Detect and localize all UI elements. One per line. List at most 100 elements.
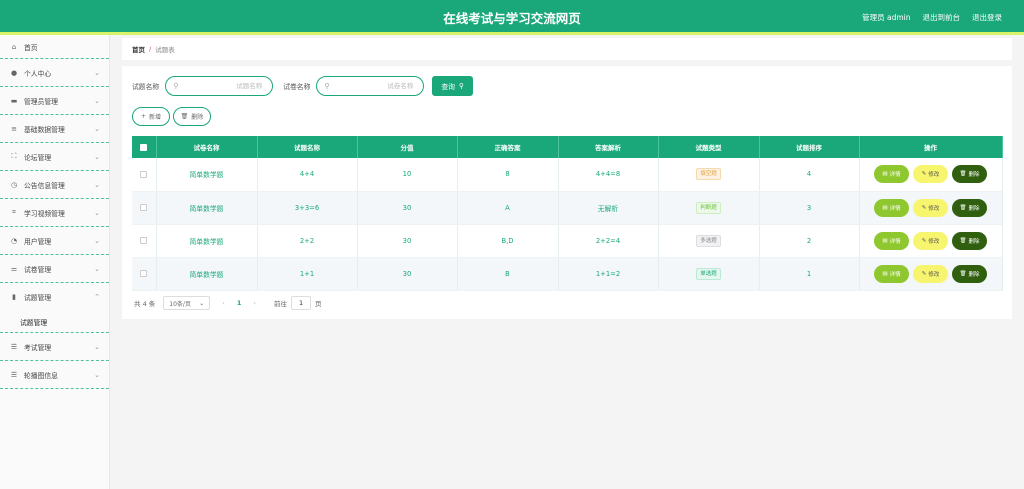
analysis-cell: 2+2=4 [558, 224, 659, 258]
next-page-button[interactable]: › [253, 299, 256, 307]
column-header: 试卷名称 [156, 136, 258, 158]
edit-button[interactable]: ✎ 修改 [913, 165, 948, 184]
plus-icon: + [140, 113, 146, 120]
bar-chart-icon: ▮ [12, 293, 16, 301]
exit-to-front-link[interactable]: 退出到前台 [923, 12, 961, 23]
order-cell: 3 [759, 191, 860, 225]
detail-button[interactable]: ▤ 详情 [874, 231, 909, 250]
detail-label: 详情 [889, 271, 901, 278]
trash-icon: 🗑 [959, 204, 967, 211]
edit-button[interactable]: ✎ 修改 [913, 198, 948, 217]
database-icon: ≡ [11, 124, 17, 133]
detail-label: 详情 [889, 238, 901, 245]
sidebar-item-personal-center[interactable]: ● 个人中心 ⌄ [0, 59, 109, 87]
table-row: 简单数学题 2+2 30 B,D 2+2=4 多选题 2 ▤ 详情 ✎ 修改 🗑 删除 [132, 224, 1003, 258]
column-header: 操作 [859, 136, 1003, 158]
sidebar-item-questions[interactable]: ▮ 试题管理 ⌃ [0, 283, 109, 311]
operations-cell: ▤ 详情 ✎ 修改 🗑 删除 [859, 257, 1003, 291]
delete-button-label: 删除 [191, 114, 204, 121]
sidebar-item-label: 轮播图信息 [24, 371, 58, 380]
row-checkbox[interactable] [140, 237, 148, 244]
page-size-select[interactable]: 10条/页 ⌄ [163, 296, 211, 310]
sidebar-item-admin-management[interactable]: ▬ 管理员管理 ⌄ [0, 87, 109, 115]
order-cell: 2 [759, 224, 860, 258]
row-checkbox[interactable] [140, 170, 148, 178]
pagination: 共 4 条 10条/页 ⌄ ‹ 1 › 前往 页 [134, 296, 322, 310]
question-name-cell: 2+2 [257, 224, 358, 258]
chevron-down-icon: ⌄ [94, 180, 100, 189]
chevron-down-icon: ⌄ [94, 152, 100, 161]
chevron-up-icon: ⌃ [94, 293, 100, 301]
order-cell: 1 [759, 257, 860, 291]
paper-name-input[interactable] [329, 82, 414, 90]
monitor-icon: ▬ [10, 96, 18, 105]
logout-link[interactable]: 退出登录 [972, 12, 1002, 23]
column-header: 试题排序 [759, 136, 860, 158]
row-checkbox[interactable] [140, 270, 148, 277]
row-checkbox[interactable] [140, 204, 148, 211]
chevron-down-icon: ⌄ [94, 342, 100, 351]
batch-delete-button[interactable]: 🗑 删除 [173, 107, 211, 126]
frame-icon: ⛶ [11, 152, 17, 160]
pencil-icon: ✎ [921, 237, 927, 244]
delete-button[interactable]: 🗑 删除 [952, 198, 987, 217]
delete-label: 删除 [968, 172, 980, 179]
table-header-row: 试卷名称 试题名称 分值 正确答案 答案解析 试题类型 试题排序 操作 [132, 136, 1003, 158]
paper-name-field: ⚲ [316, 76, 425, 96]
delete-button[interactable]: 🗑 删除 [952, 165, 987, 184]
chevron-down-icon: ⌄ [94, 208, 100, 217]
prev-page-button[interactable]: ‹ [222, 299, 225, 307]
edit-label: 修改 [928, 271, 940, 278]
goto-page-input[interactable] [291, 296, 312, 310]
sidebar-item-label: 试题管理 [24, 294, 52, 302]
query-button[interactable]: 查询 ⚲ [432, 76, 473, 96]
question-type-tag: 多选题 [696, 234, 721, 247]
question-type-tag: 判断题 [696, 201, 721, 214]
add-button[interactable]: + 新增 [132, 107, 170, 126]
select-all-checkbox[interactable] [132, 136, 157, 158]
chevron-down-icon: ⌄ [94, 264, 100, 273]
sidebar-subitem-question-management[interactable]: 试题管理 [0, 311, 109, 333]
sidebar-item-exams[interactable]: ☰ 考试管理 ⌄ [0, 333, 109, 361]
current-page-number[interactable]: 1 [237, 299, 242, 307]
sidebar-item-home[interactable]: ⌂ 首页 [0, 35, 109, 59]
detail-button[interactable]: ▤ 详情 [874, 198, 909, 217]
sidebar-item-forum[interactable]: ⛶ 论坛管理 ⌄ [0, 143, 109, 171]
list-icon: ☰ [10, 342, 18, 351]
type-cell: 多选题 [658, 224, 760, 258]
sidebar-item-users[interactable]: ◔ 用户管理 ⌄ [0, 227, 109, 255]
admin-user-label: 管理员 admin [862, 13, 911, 22]
type-cell: 单选题 [658, 257, 760, 291]
sidebar-item-papers[interactable]: ⚌ 试卷管理 ⌄ [0, 255, 109, 283]
breadcrumb-separator: / [149, 45, 152, 53]
edit-button[interactable]: ✎ 修改 [913, 264, 948, 283]
sidebar-item-announcements[interactable]: ◷ 公告信息管理 ⌄ [0, 171, 109, 199]
query-button-label: 查询 [441, 83, 455, 91]
home-icon: ⌂ [11, 42, 17, 51]
edit-button[interactable]: ✎ 修改 [913, 231, 948, 250]
detail-button[interactable]: ▤ 详情 [874, 264, 909, 283]
top-header: 在线考试与学习交流网页 管理员 admin 退出到前台 退出登录 [0, 0, 1024, 32]
question-type-tag: 单选题 [696, 267, 721, 280]
breadcrumb-home[interactable]: 首页 [132, 44, 145, 54]
question-name-input[interactable] [178, 82, 263, 90]
detail-label: 详情 [889, 172, 901, 179]
sidebar-item-videos[interactable]: ⌗ 学习视频管理 ⌄ [0, 199, 109, 227]
delete-button[interactable]: 🗑 删除 [952, 264, 987, 283]
edit-label: 修改 [928, 172, 940, 179]
sidebar-item-base-data[interactable]: ≡ 基础数据管理 ⌄ [0, 115, 109, 143]
chevron-down-icon: ⌄ [94, 124, 100, 133]
header-accent-stripe [0, 32, 1024, 35]
analysis-cell: 4+4=8 [558, 158, 659, 192]
table-row: 简单数学题 3+3=6 30 A 无解析 判断题 3 ▤ 详情 ✎ 修改 🗑 删除 [132, 191, 1003, 225]
delete-button[interactable]: 🗑 删除 [952, 231, 987, 250]
paper-name-cell: 简单数学题 [156, 158, 258, 192]
document-icon: ▤ [882, 237, 888, 244]
trash-icon: 🗑 [959, 237, 967, 244]
content-panel: 试题名称 ⚲ 试卷名称 ⚲ 查询 ⚲ + 新增 🗑 删除 [122, 66, 1012, 319]
paper-name-cell: 简单数学题 [156, 257, 258, 291]
detail-button[interactable]: ▤ 详情 [874, 165, 909, 184]
sidebar-item-carousel[interactable]: ☰ 轮播图信息 ⌄ [0, 361, 109, 389]
delete-label: 删除 [968, 238, 980, 245]
breadcrumb-current: 试题表 [155, 46, 175, 54]
